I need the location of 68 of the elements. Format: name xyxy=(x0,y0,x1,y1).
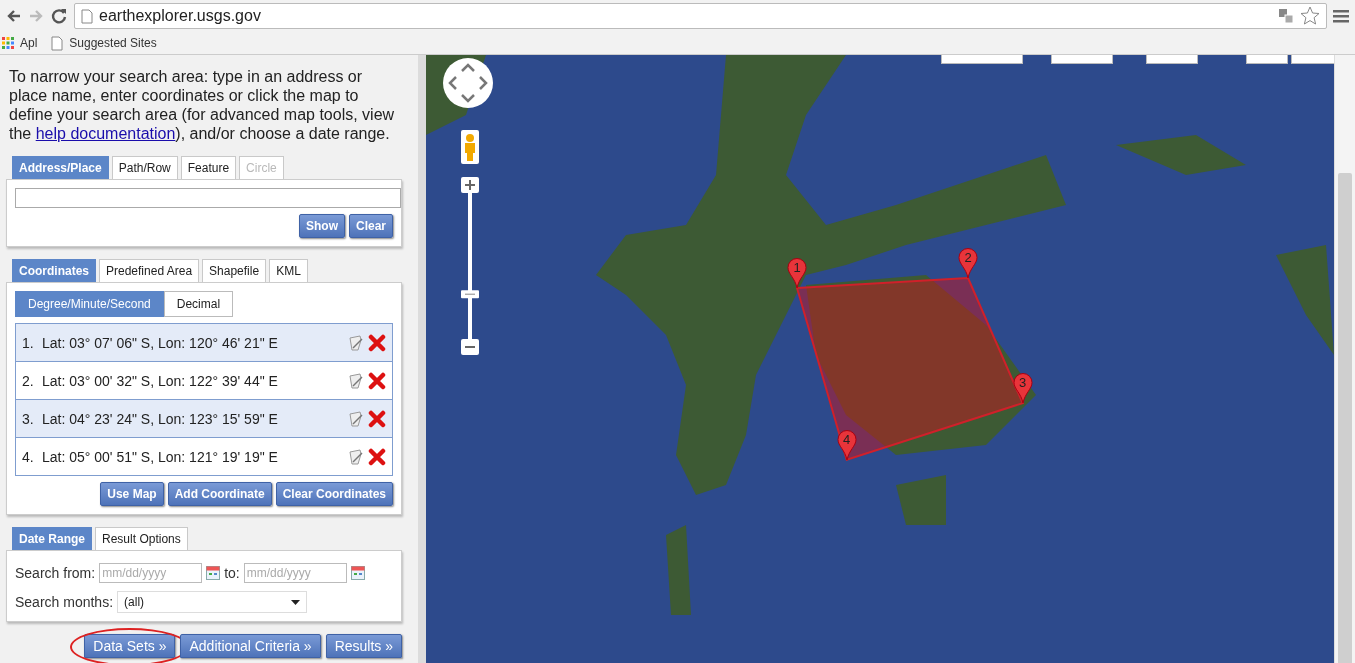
date-input-field[interactable]: mm/dd/yyyy xyxy=(243,563,347,583)
tab[interactable]: Shapefile xyxy=(202,259,267,282)
pegman-icon[interactable] xyxy=(461,130,479,164)
action-button[interactable]: Clear Coordinates xyxy=(275,482,393,506)
edit-icon[interactable] xyxy=(347,333,365,352)
apps-icon xyxy=(2,37,14,49)
coordinate-text: Lat: 03° 07' 06" S, Lon: 120° 46' 21" E xyxy=(42,334,279,351)
reload-icon[interactable] xyxy=(50,7,68,25)
action-button[interactable]: Use Map xyxy=(100,482,164,506)
row-number: 1. xyxy=(22,334,35,351)
map-marker[interactable]: 3 xyxy=(1012,373,1033,404)
bookmark-link[interactable]: Apl xyxy=(2,36,38,50)
delete-icon[interactable] xyxy=(368,447,386,466)
zoom-slider[interactable] xyxy=(461,177,479,357)
delete-icon[interactable] xyxy=(368,371,386,390)
tab[interactable]: Address/Place xyxy=(12,156,109,179)
address-bar[interactable]: earthexplorer.usgs.gov xyxy=(74,3,1327,29)
scrollbar[interactable] xyxy=(1334,55,1355,663)
tab[interactable]: Feature xyxy=(180,156,237,179)
coordinate-text: Lat: 05° 00' 51" S, Lon: 121° 19' 19" E xyxy=(42,448,279,465)
scrollbar-thumb[interactable] xyxy=(1338,173,1352,663)
translate-icon[interactable] xyxy=(1278,8,1294,24)
map-marker[interactable]: 4 xyxy=(836,429,857,460)
pan-control-icon[interactable] xyxy=(442,57,494,109)
star-icon[interactable] xyxy=(1300,6,1320,26)
row-number: 2. xyxy=(22,372,35,389)
months-dropdown[interactable]: (all) xyxy=(117,591,308,613)
nav-button[interactable]: Results » xyxy=(325,634,402,658)
tab[interactable]: KML xyxy=(269,259,308,282)
delete-icon[interactable] xyxy=(368,333,386,352)
edit-icon[interactable] xyxy=(347,447,365,466)
format-toggle-button[interactable]: Decimal xyxy=(163,291,234,317)
tab[interactable]: Predefined Area xyxy=(99,259,200,282)
calendar-icon[interactable] xyxy=(206,566,221,580)
tab[interactable]: Coordinates xyxy=(12,259,96,282)
tab[interactable]: Result Options xyxy=(95,527,188,550)
map-marker[interactable]: 1 xyxy=(787,258,807,288)
delete-icon[interactable] xyxy=(368,409,386,428)
nav-button[interactable]: Additional Criteria » xyxy=(180,634,321,658)
field-label: Search from: xyxy=(15,565,96,581)
action-button[interactable]: Show xyxy=(298,214,345,238)
action-button[interactable]: Add Coordinate xyxy=(167,482,272,506)
map-marker[interactable]: 2 xyxy=(958,248,978,279)
row-number: 4. xyxy=(22,448,35,465)
satellite-map[interactable]: 1 2 3 4 xyxy=(426,55,1334,663)
calendar-icon[interactable] xyxy=(350,566,365,580)
instructions-text: To narrow your search area: type in an address or place name, enter coordinates or click the map to define your search area (for advanced map tools, view the help documentation), and/or choose a date range. xyxy=(9,67,396,143)
edit-icon[interactable] xyxy=(347,409,365,428)
nav-button[interactable]: Data Sets » xyxy=(84,634,176,658)
row-number: 3. xyxy=(22,410,35,427)
bookmark-link[interactable]: Suggested Sites xyxy=(51,35,157,51)
field-label: to: xyxy=(224,565,240,581)
date-input-field[interactable]: mm/dd/yyyy xyxy=(99,563,203,583)
format-toggle-button[interactable]: Degree/Minute/Second xyxy=(15,291,164,317)
menu-icon[interactable] xyxy=(1333,9,1349,23)
back-icon[interactable] xyxy=(6,8,22,24)
zoom-slider-thumb[interactable] xyxy=(461,290,479,299)
caret-icon xyxy=(291,599,301,605)
coordinate-text: Lat: 04° 23' 24" S, Lon: 123° 15' 59" E xyxy=(42,410,279,427)
tab[interactable]: Path/Row xyxy=(111,156,178,179)
page-icon xyxy=(81,8,93,24)
coordinate-text: Lat: 03° 00' 32" S, Lon: 122° 39' 44" E xyxy=(42,372,279,389)
page-icon xyxy=(51,35,64,51)
action-button[interactable]: Clear xyxy=(348,214,393,238)
field-label: Search months: xyxy=(15,594,114,610)
edit-icon[interactable] xyxy=(347,371,365,390)
address-input-field[interactable] xyxy=(15,188,401,208)
tab[interactable]: Date Range xyxy=(12,527,93,550)
